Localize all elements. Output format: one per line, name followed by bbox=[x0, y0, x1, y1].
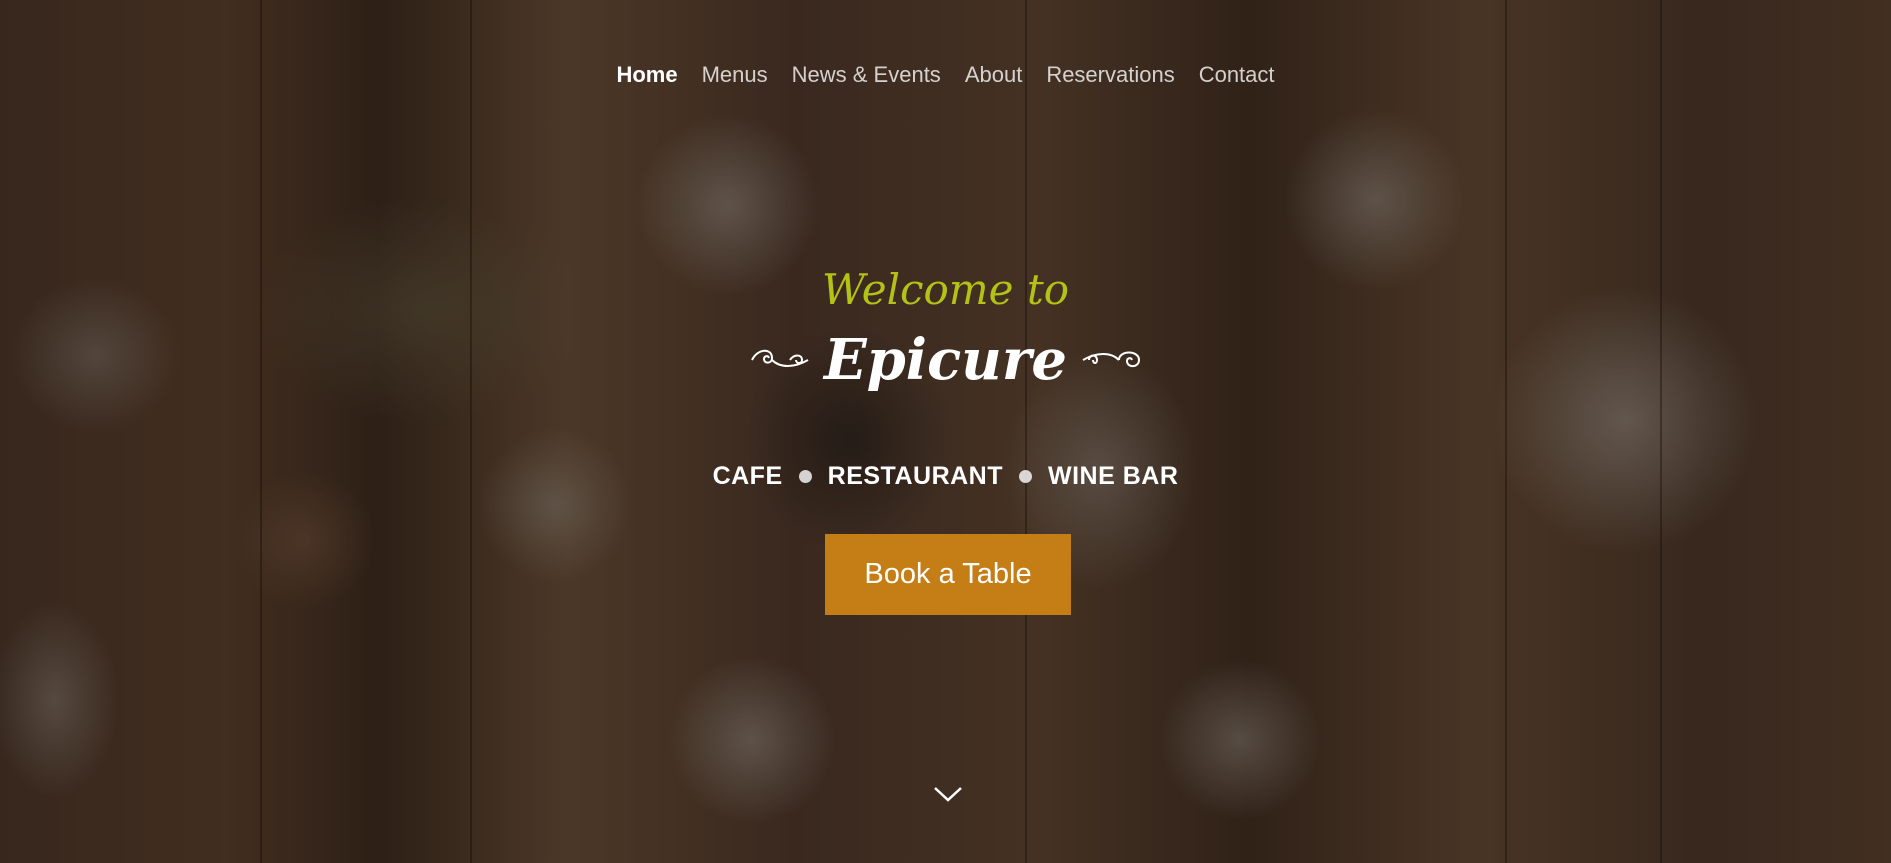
nav-item-reservations[interactable]: Reservations bbox=[1046, 62, 1174, 88]
nav-item-news-events[interactable]: News & Events bbox=[792, 62, 941, 88]
tagline-wine-bar: WINE BAR bbox=[1048, 462, 1179, 490]
bullet-dot-icon bbox=[1019, 470, 1033, 483]
nav-item-about[interactable]: About bbox=[965, 62, 1023, 88]
brand-row: Epicure bbox=[0, 332, 1891, 388]
hero-section: Home Menus News & Events About Reservati… bbox=[0, 0, 1891, 863]
nav-item-home[interactable]: Home bbox=[616, 62, 677, 88]
tagline: CAFE RESTAURANT WINE BAR bbox=[0, 462, 1891, 491]
welcome-heading: Welcome to bbox=[821, 265, 1070, 314]
bullet-dot-icon bbox=[798, 470, 812, 483]
tagline-restaurant: RESTAURANT bbox=[827, 462, 1004, 490]
nav-item-menus[interactable]: Menus bbox=[702, 62, 768, 88]
book-table-button[interactable]: Book a Table bbox=[825, 534, 1071, 615]
nav-item-contact[interactable]: Contact bbox=[1199, 62, 1275, 88]
chevron-down-icon[interactable] bbox=[932, 782, 964, 806]
swirl-ornament-icon bbox=[750, 346, 810, 374]
brand-title: Epicure bbox=[823, 327, 1068, 393]
swirl-ornament-icon bbox=[1081, 346, 1141, 374]
main-nav: Home Menus News & Events About Reservati… bbox=[0, 62, 1891, 88]
dark-overlay bbox=[0, 0, 1891, 863]
tagline-cafe: CAFE bbox=[712, 462, 783, 490]
